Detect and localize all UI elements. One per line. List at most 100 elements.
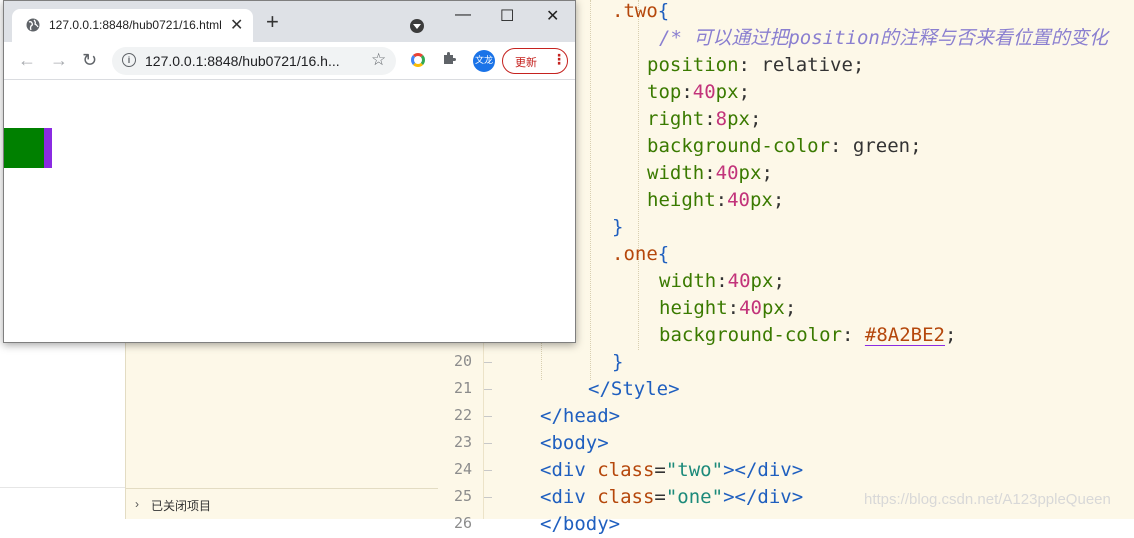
line-number: 23 xyxy=(453,433,472,451)
brace: { xyxy=(657,0,670,22)
css-value: relative xyxy=(761,54,853,76)
css-unit: px xyxy=(715,81,739,103)
url-text[interactable]: 127.0.0.1:8848/hub0721/16.h... xyxy=(145,53,340,69)
code-line: width:40px; xyxy=(647,160,773,187)
chevron-right-icon[interactable]: › xyxy=(135,497,139,511)
code-line: position: relative; xyxy=(647,52,864,79)
menu-dots-icon[interactable]: ⋮ xyxy=(552,51,566,68)
css-number: 40 xyxy=(692,81,716,103)
line-number: 26 xyxy=(453,514,472,532)
globe-icon xyxy=(26,18,40,32)
line-number: 25 xyxy=(453,487,472,505)
code-line: <div class="two"></div> xyxy=(540,457,803,484)
tab-close-icon[interactable]: ✕ xyxy=(230,15,243,35)
semicolon: ; xyxy=(945,324,957,346)
chrome-extension-icon[interactable] xyxy=(411,53,425,67)
html-tag: <body> xyxy=(540,432,609,454)
line-number: 22 xyxy=(453,406,472,424)
maximize-button[interactable]: ☐ xyxy=(500,6,514,26)
html-tag: <div xyxy=(540,486,598,508)
css-unit: px xyxy=(749,189,773,211)
divider xyxy=(0,487,125,488)
equals: = xyxy=(654,459,666,481)
indent-guide xyxy=(638,0,639,350)
back-button[interactable]: ← xyxy=(18,50,36,71)
reload-button[interactable]: ↻ xyxy=(82,50,97,71)
colon: : xyxy=(704,162,716,184)
fold-marker xyxy=(484,389,492,390)
css-property: position xyxy=(647,54,739,76)
semicolon: ; xyxy=(773,270,785,292)
css-unit: px xyxy=(761,297,785,319)
profile-avatar[interactable]: 文龙 xyxy=(473,50,495,72)
code-line: </Style> xyxy=(588,376,680,403)
colon: : xyxy=(830,135,853,157)
html-attr: class xyxy=(597,459,655,481)
brace: { xyxy=(657,243,670,265)
html-string: "one" xyxy=(665,486,724,508)
css-unit: px xyxy=(738,162,762,184)
colon: : xyxy=(681,81,693,103)
css-property: width xyxy=(647,162,705,184)
code-line: background-color: green; xyxy=(647,133,922,160)
update-button[interactable]: 更新 ⋮ xyxy=(502,48,568,74)
forward-button[interactable]: → xyxy=(50,50,68,71)
closed-items-section[interactable]: › 已关闭项目 xyxy=(126,488,438,520)
code-line: } xyxy=(612,349,623,376)
brace: } xyxy=(612,351,624,373)
close-window-button[interactable]: ✕ xyxy=(546,6,559,26)
page-viewport xyxy=(4,80,575,342)
html-string: "two" xyxy=(665,459,724,481)
css-property: width xyxy=(659,270,717,292)
div-one-purple-box xyxy=(44,128,52,168)
update-label: 更新 xyxy=(515,56,537,69)
fold-marker xyxy=(484,416,492,417)
code-line: width:40px; xyxy=(659,268,785,295)
info-icon[interactable]: i xyxy=(122,53,136,67)
html-tag: ></div> xyxy=(723,486,804,508)
extensions-puzzle-icon[interactable] xyxy=(442,50,458,66)
brace: } xyxy=(612,216,624,238)
colon: : xyxy=(727,297,740,319)
line-number: 24 xyxy=(453,460,472,478)
semicolon: ; xyxy=(784,297,797,319)
code-line: background-color: #8A2BE2; xyxy=(659,322,956,349)
desktop-area xyxy=(0,343,125,519)
bookmark-star-icon[interactable]: ☆ xyxy=(371,50,386,70)
colon: : xyxy=(842,324,865,346)
code-line: .one{ xyxy=(612,241,669,268)
css-color-value: #8A2BE2 xyxy=(864,324,945,346)
semicolon: ; xyxy=(772,189,785,211)
fold-marker xyxy=(484,443,492,444)
html-tag: </head> xyxy=(540,405,621,427)
colon: : xyxy=(716,270,728,292)
tab-search-icon[interactable] xyxy=(410,19,424,33)
fold-marker xyxy=(484,362,492,363)
browser-tab[interactable]: 127.0.0.1:8848/hub0721/16.html ✕ xyxy=(12,9,253,42)
code-line: /* 可以通过把position的注释与否来看位置的变化 xyxy=(659,25,1108,52)
semicolon: ; xyxy=(738,81,751,103)
fold-marker xyxy=(484,470,492,471)
new-tab-button[interactable]: + xyxy=(266,11,279,33)
browser-titlebar: 127.0.0.1:8848/hub0721/16.html ✕ + — ☐ ✕ xyxy=(4,1,575,42)
html-tag: ></div> xyxy=(723,459,804,481)
html-tag: </Style> xyxy=(588,378,680,400)
address-bar[interactable]: i 127.0.0.1:8848/hub0721/16.h... ☆ xyxy=(112,47,396,75)
code-line: <body> xyxy=(540,430,609,457)
css-value: green xyxy=(852,135,911,157)
code-line: height:40px; xyxy=(647,187,784,214)
css-number: 40 xyxy=(715,162,739,184)
line-number: 21 xyxy=(453,379,472,397)
equals: = xyxy=(654,486,666,508)
indent-guide xyxy=(590,0,591,380)
css-unit: px xyxy=(727,108,750,130)
watermark: https://blog.csdn.net/A123ppleQueen xyxy=(864,491,1111,508)
css-property: height xyxy=(659,297,728,319)
code-comment: /* 可以通过把position的注释与否来看位置的变化 xyxy=(659,27,1108,49)
css-selector: .one xyxy=(612,243,658,265)
css-property: background-color xyxy=(659,324,843,346)
minimize-button[interactable]: — xyxy=(455,6,471,24)
code-line: right:8px; xyxy=(647,106,761,133)
fold-marker xyxy=(484,497,492,498)
semicolon: ; xyxy=(750,108,762,130)
